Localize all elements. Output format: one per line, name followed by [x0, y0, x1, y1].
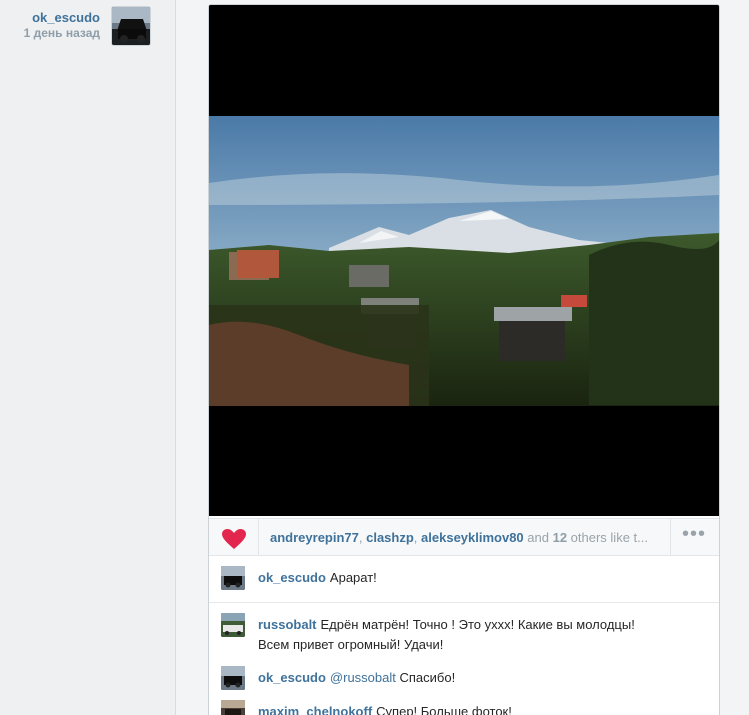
comment-body: ok_escudo @russobalt Спасибо!: [258, 668, 708, 688]
liker-username[interactable]: clashzp: [366, 530, 414, 545]
comment-body: russobalt Едрён матрён! Точно ! Это ухxх!…: [258, 615, 708, 655]
author-avatar-image: [112, 7, 150, 45]
comment-text: Супер! Больше фоток!: [376, 704, 512, 715]
caption-divider: [209, 602, 719, 603]
comment-username[interactable]: maxim_chelnokoff: [258, 704, 372, 715]
liker-username[interactable]: andreyrepin77: [270, 530, 359, 545]
author-username[interactable]: ok_escudo: [32, 10, 100, 25]
likes-others-text[interactable]: others like t...: [567, 530, 648, 545]
comment-avatar[interactable]: [221, 666, 245, 690]
comment-body: ok_escudo Арарат!: [258, 568, 708, 588]
post-author-block: ok_escudo 1 день назад: [0, 6, 176, 46]
more-options-icon: •••: [682, 523, 707, 545]
comment-text-line2: Всем привет огромный! Удачи!: [258, 637, 444, 652]
comment-avatar-image: [221, 666, 245, 690]
comment-avatar-image: [221, 613, 245, 637]
likes-and-text: and: [523, 530, 553, 545]
likes-bar: andreyrepin77, clashzp, alekseyklimov80 …: [209, 518, 719, 556]
likes-summary: andreyrepin77, clashzp, alekseyklimov80 …: [270, 530, 668, 545]
post-photo[interactable]: [209, 5, 719, 516]
likes-others-count[interactable]: 12: [553, 530, 567, 545]
comment-avatar-image: [221, 566, 245, 590]
comment-avatar[interactable]: [221, 566, 245, 590]
comment-avatar[interactable]: [221, 700, 245, 715]
comment-text: Едрён матрён! Точно ! Это ухxх! Какие вы…: [320, 617, 635, 632]
comment-avatar[interactable]: [221, 613, 245, 637]
comment-username[interactable]: ok_escudo: [258, 670, 326, 685]
comment-text: Спасибо!: [395, 670, 456, 685]
photo-image: [209, 5, 719, 516]
post-timestamp[interactable]: 1 день назад: [24, 26, 100, 40]
heart-icon: [222, 529, 246, 549]
like-button[interactable]: [209, 519, 259, 556]
comment-body: maxim_chelnokoff Супер! Больше фоток!: [258, 702, 708, 715]
more-options-button[interactable]: •••: [670, 519, 719, 556]
comment-username[interactable]: ok_escudo: [258, 570, 326, 585]
comment-username[interactable]: russobalt: [258, 617, 317, 632]
comment-avatar-image: [221, 700, 245, 715]
post-card: andreyrepin77, clashzp, alekseyklimov80 …: [208, 4, 720, 715]
author-avatar[interactable]: [111, 6, 151, 46]
comment-text: Арарат!: [329, 570, 377, 585]
comment-mention[interactable]: @russobalt: [330, 670, 396, 685]
left-column: ok_escudo 1 день назад: [0, 0, 176, 715]
likes-separator: ,: [413, 530, 422, 545]
liker-username[interactable]: alekseyklimov80: [421, 530, 524, 545]
